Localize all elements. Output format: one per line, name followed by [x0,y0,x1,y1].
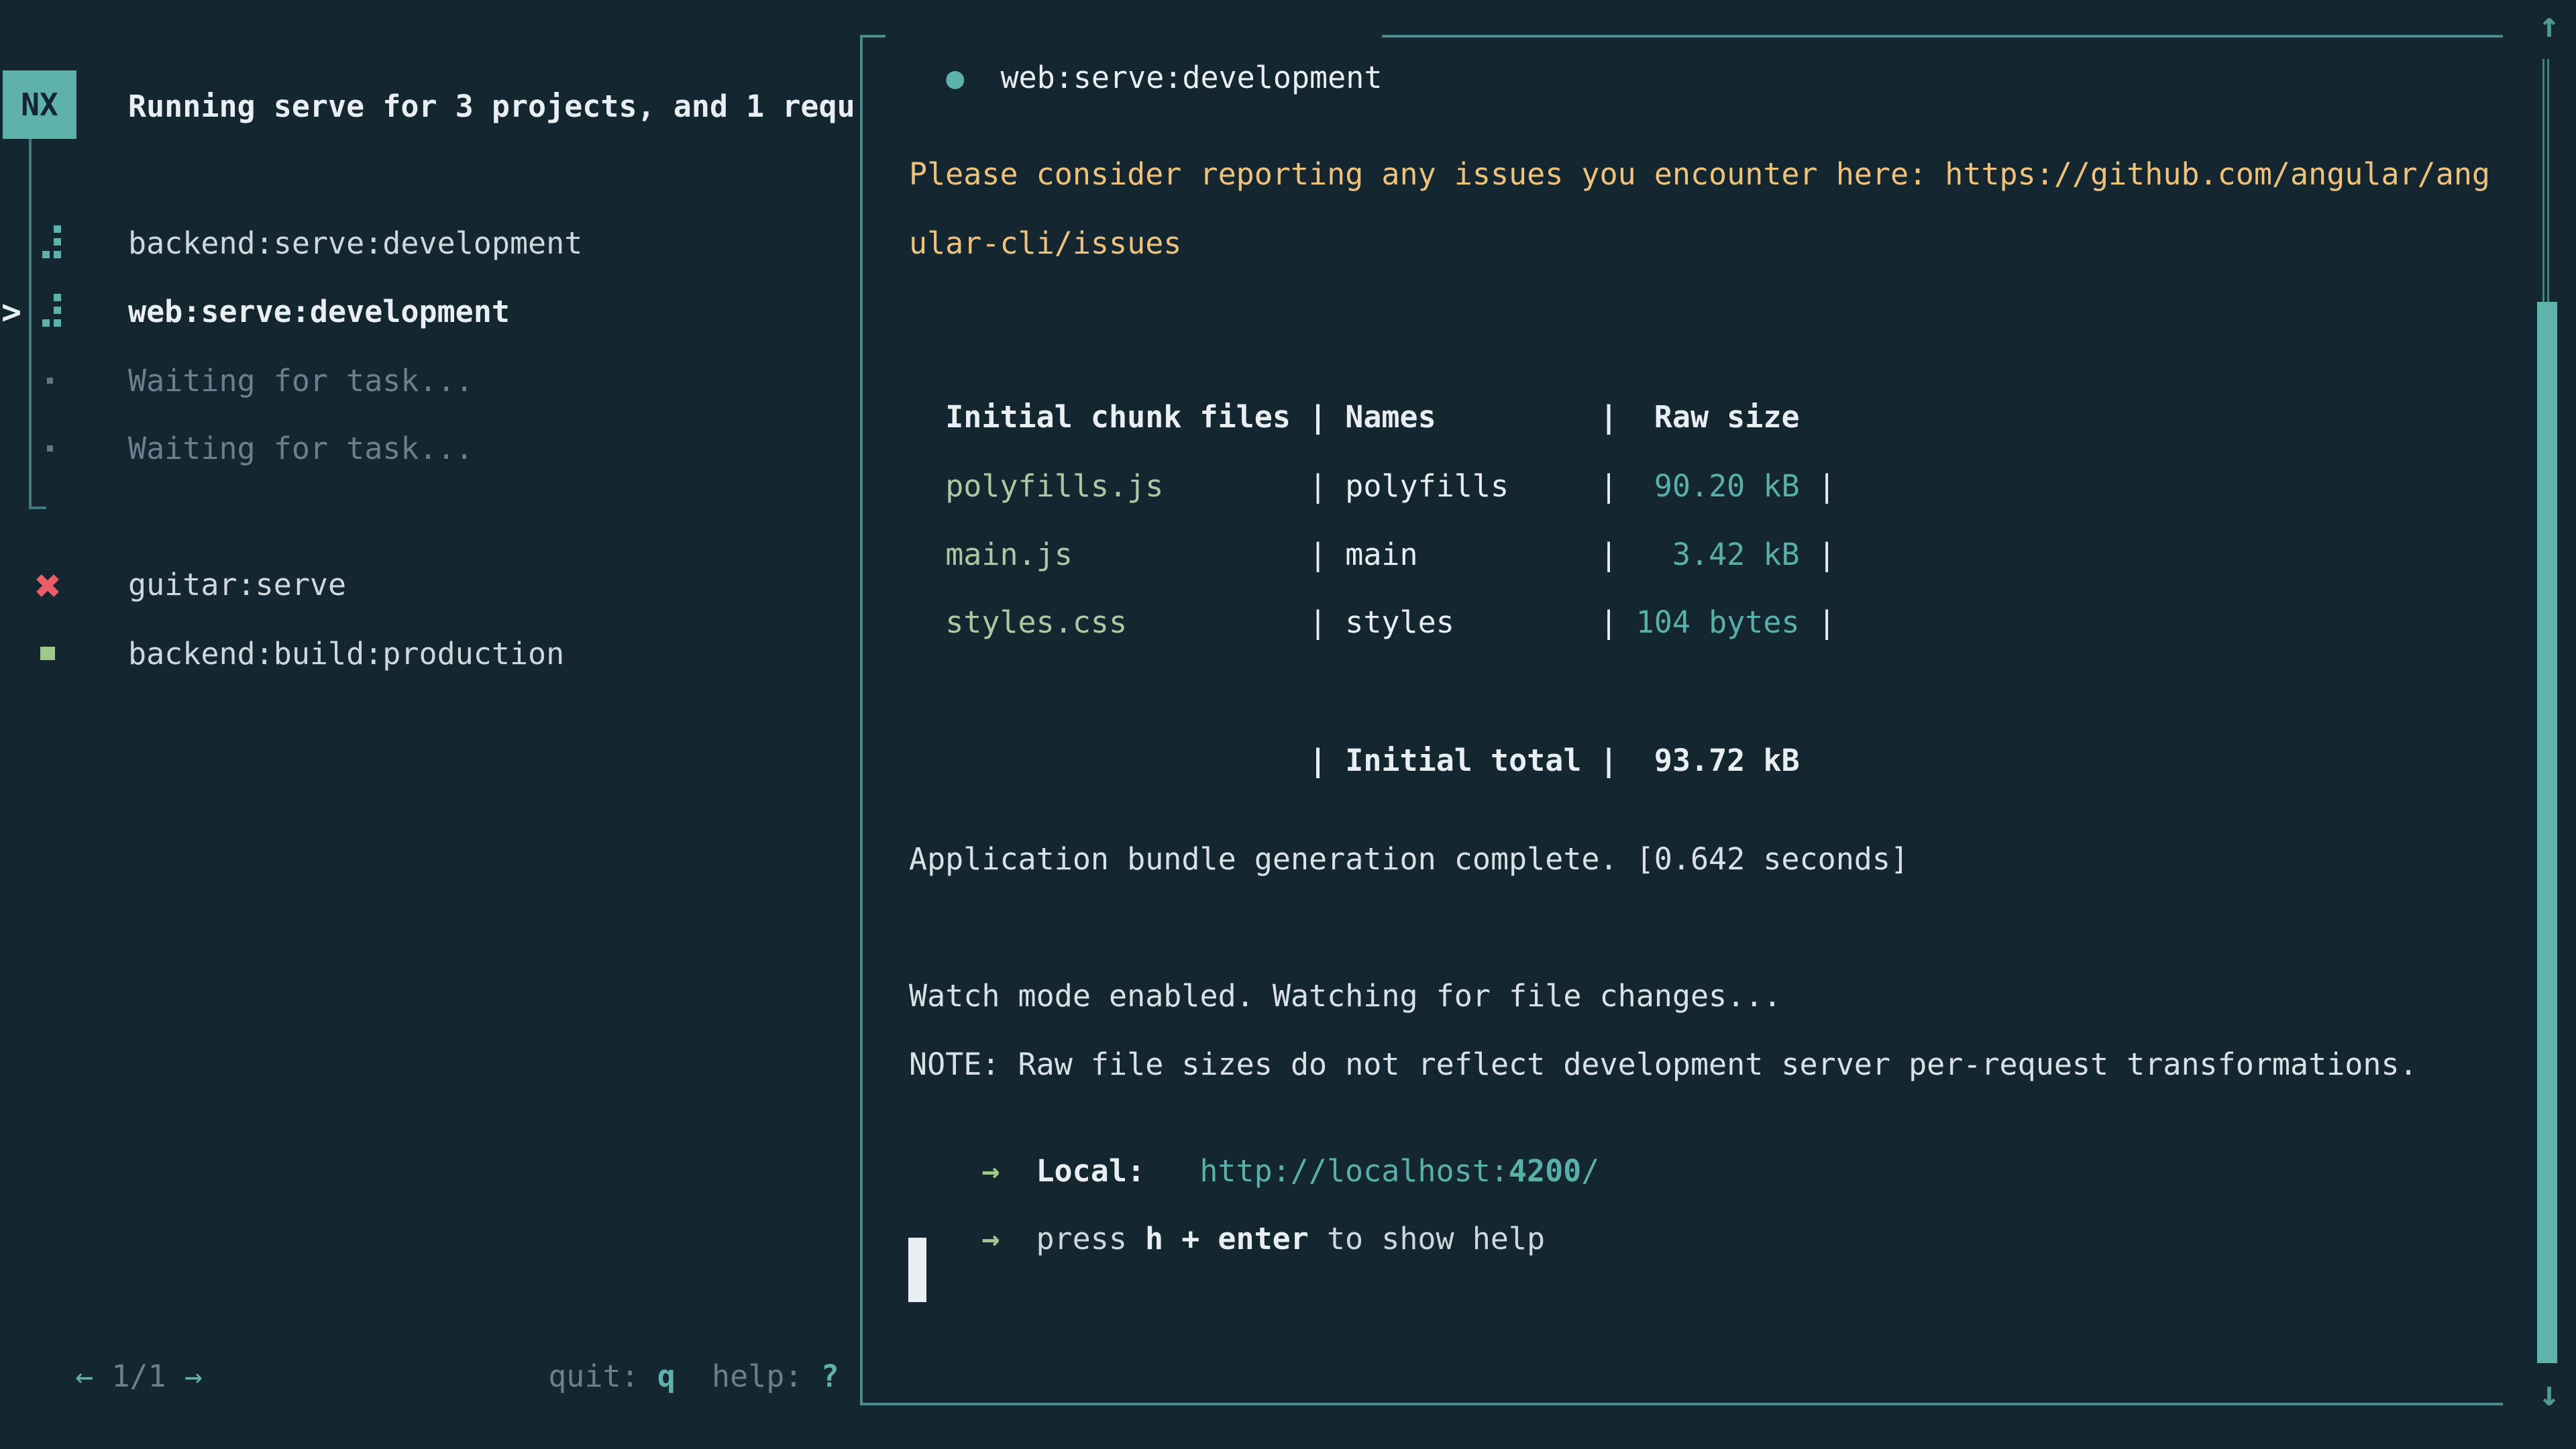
initial-total-label: Initial total [1345,743,1599,778]
task-tree-line [29,139,32,506]
initial-total-size: 93.72 kB [1636,743,1800,778]
local-url-row: → Local: http://localhost:4200/ [945,1115,1599,1152]
chunk-name: styles [1345,604,1599,640]
help-hint-label: help: [676,1358,821,1394]
sidebar-item-backend-build[interactable]: backend:build:production [128,635,564,673]
page-prev-arrow-icon[interactable]: ← [75,1358,93,1394]
selected-task-pointer-icon: > [1,293,21,331]
page-next-arrow-icon[interactable]: → [184,1358,203,1394]
sidebar-item-guitar-serve[interactable]: guitar:serve [128,566,346,604]
failed-x-icon [35,573,60,598]
issue-report-notice-line2[interactable]: ular-cli/issues [909,225,1181,262]
waiting-dot-icon [47,378,53,384]
pagination: ← 1/1 → [39,1320,203,1358]
terminal-cursor [908,1238,926,1302]
scrollbar-thumb[interactable] [2537,302,2557,1363]
sidebar-item-waiting-2: Waiting for task... [128,430,474,468]
panel-border-bottom [860,1403,2503,1405]
task-bullet-icon: ● [946,60,1000,95]
table-row: polyfills.js | polyfills | 90.20 kB | [909,430,1836,468]
panel-border-left [860,35,863,1405]
success-square-icon [40,647,55,660]
raw-size-note: NOTE: Raw file sizes do not reflect deve… [909,1046,2418,1083]
page-count: 1/1 [111,1358,166,1394]
scroll-down-arrow-icon[interactable]: ↓ [2529,1374,2569,1414]
press-hint-prefix: press [1036,1221,1145,1256]
arrow-right-icon: → [981,1221,1000,1256]
panel-title: web:serve:development [1000,60,1382,95]
press-hint-suffix: to show help [1309,1221,1545,1256]
issue-report-notice-line1: Please consider reporting any issues you… [909,156,2490,193]
task-tree-line-foot [29,506,46,509]
page-indicator [93,1358,111,1394]
sidebar-item-web-serve[interactable]: web:serve:development [128,293,510,331]
spinner-icon [42,294,62,327]
panel-title-row: ● web:serve:development [910,21,1382,59]
spinner-icon [42,225,62,259]
page-title: Running serve for 3 projects, and 1 requ [128,88,858,125]
sidebar-item-backend-serve[interactable]: backend:serve:development [128,225,582,262]
scroll-up-arrow-icon[interactable]: ↑ [2529,5,2569,46]
table-header: Initial chunk files | Names | Raw size [909,361,1800,398]
sidebar-item-waiting-1: Waiting for task... [128,362,474,400]
panel-border-top-stub [860,35,885,38]
quit-hint-label: quit: [548,1358,657,1394]
bundle-complete-message: Application bundle generation complete. … [909,841,1909,878]
watch-mode-message: Watch mode enabled. Watching for file ch… [909,977,1781,1015]
press-hint-keys: h + enter [1145,1221,1309,1256]
chunk-size: 104 bytes [1636,604,1800,640]
panel-border-top [1382,35,2503,38]
table-row: styles.css | styles | 104 bytes | [909,566,1836,604]
waiting-dot-icon [47,445,53,451]
chunk-file-name: styles.css [945,604,1309,640]
scrollbar-track[interactable] [2542,59,2549,302]
nx-logo-badge: NX [3,70,76,139]
help-key: ? [821,1358,839,1394]
keyboard-hints: quit: q help: ? [512,1320,839,1358]
quit-key: q [657,1358,676,1394]
help-hint-row: → press h + enter to show help [945,1183,1545,1220]
table-total-row: | Initial total | 93.72 kB [909,704,1800,742]
table-row: main.js | main | 3.42 kB | [909,498,1836,536]
